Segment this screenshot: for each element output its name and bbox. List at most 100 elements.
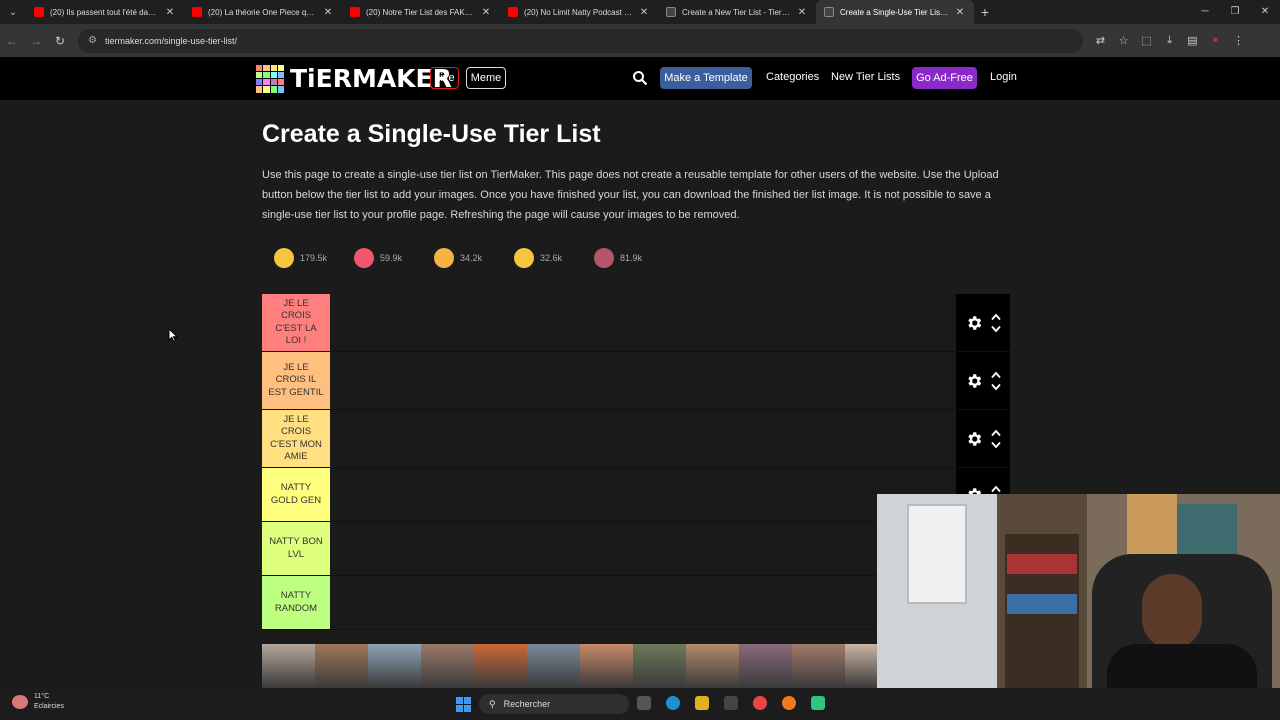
browser-tab[interactable]: (20) No Limit Natty Podcast - Y ✕ xyxy=(500,0,658,24)
tray-image-thumbnail[interactable] xyxy=(580,644,633,688)
tier-label[interactable]: NATTY GOLD GEN xyxy=(262,468,330,521)
reaction-button[interactable]: 32.6k xyxy=(514,248,594,268)
move-down-chevron-icon[interactable] xyxy=(991,325,1001,333)
tab-close-icon[interactable]: ✕ xyxy=(954,7,966,18)
back-icon[interactable]: ← xyxy=(0,34,24,48)
forward-icon[interactable]: → xyxy=(24,34,48,48)
tab-close-icon[interactable]: ✕ xyxy=(480,7,492,18)
move-down-chevron-icon[interactable] xyxy=(991,441,1001,449)
translate-icon[interactable]: ⇄ xyxy=(1089,34,1112,47)
tray-image-thumbnail[interactable] xyxy=(633,644,686,688)
new-tier-lists-link[interactable]: New Tier Lists xyxy=(831,71,900,83)
tier-drop-zone[interactable] xyxy=(330,468,956,521)
tiermaker-favicon-icon xyxy=(666,7,676,17)
firefox-icon[interactable] xyxy=(782,696,796,710)
reload-icon[interactable]: ↻ xyxy=(48,34,72,48)
reaction-button[interactable]: 34.2k xyxy=(434,248,514,268)
reaction-button[interactable]: 59.9k xyxy=(354,248,434,268)
move-up-chevron-icon[interactable] xyxy=(991,371,1001,379)
reaction-count: 32.6k xyxy=(540,253,563,263)
tier-drop-zone[interactable] xyxy=(330,576,956,629)
tiermaker-logo[interactable]: TiERMAKER xyxy=(256,64,452,93)
tray-image-thumbnail[interactable] xyxy=(474,644,527,688)
tier-label[interactable]: NATTY BON LVL xyxy=(262,522,330,575)
tier-label[interactable]: JE LE CROIS C'EST MON AMIE xyxy=(262,410,330,467)
move-down-chevron-icon[interactable] xyxy=(991,383,1001,391)
taskbar-search[interactable]: ⚲ Rechercher xyxy=(479,694,629,714)
task-view-icon[interactable] xyxy=(637,696,651,710)
weather-condition: Eclaircies xyxy=(34,703,64,710)
search-icon[interactable] xyxy=(632,70,648,86)
url-field[interactable]: ⚙ tiermaker.com/single-use-tier-list/ xyxy=(78,28,1083,53)
windows-start-icon[interactable] xyxy=(456,697,471,712)
tab-close-icon[interactable]: ✕ xyxy=(322,7,334,18)
tier-label[interactable]: JE LE CROIS IL EST GENTIL xyxy=(262,352,330,409)
site-info-icon[interactable]: ⚙ xyxy=(88,35,97,46)
tray-image-thumbnail[interactable] xyxy=(421,644,474,688)
taskbar-search-icon: ⚲ xyxy=(489,698,496,709)
tab-close-icon[interactable]: ✕ xyxy=(638,7,650,18)
browser-tab[interactable]: Create a New Tier List - TierMa ✕ xyxy=(658,0,816,24)
tray-image-thumbnail[interactable] xyxy=(686,644,739,688)
side-panel-icon[interactable]: ▤ xyxy=(1181,34,1204,47)
new-tab-button[interactable]: + xyxy=(974,4,996,20)
tier-row: JE LE CROIS C'EST LA LOI ! xyxy=(262,294,1010,352)
live-button[interactable]: Live xyxy=(430,67,459,89)
categories-link[interactable]: Categories xyxy=(766,71,819,83)
settings-gear-icon[interactable] xyxy=(965,314,983,332)
go-ad-free-button[interactable]: Go Ad-Free xyxy=(912,67,977,89)
edge-icon[interactable] xyxy=(666,696,680,710)
reaction-button[interactable]: 81.9k xyxy=(594,248,674,268)
extensions-icon[interactable]: ⬚ xyxy=(1135,34,1158,47)
close-window-icon[interactable]: ✕ xyxy=(1250,0,1280,24)
webcam-overlay xyxy=(877,494,1280,720)
settings-gear-icon[interactable] xyxy=(965,372,983,390)
settings-gear-icon[interactable] xyxy=(965,430,983,448)
tab-close-icon[interactable]: ✕ xyxy=(796,7,808,18)
move-up-chevron-icon[interactable] xyxy=(991,313,1001,321)
tray-image-thumbnail[interactable] xyxy=(368,644,421,688)
tab-title: Create a New Tier List - TierMa xyxy=(682,7,792,17)
browser-menu-icon[interactable]: ⋮ xyxy=(1227,34,1250,47)
tier-drop-zone[interactable] xyxy=(330,294,956,351)
streaming-app-icon[interactable] xyxy=(811,696,825,710)
tray-image-thumbnail[interactable] xyxy=(262,644,315,688)
bookmark-star-icon[interactable]: ☆ xyxy=(1112,34,1135,47)
reaction-button[interactable]: 179.5k xyxy=(274,248,354,268)
tier-drop-zone[interactable] xyxy=(330,352,956,409)
tier-drop-zone[interactable] xyxy=(330,522,956,575)
download-icon[interactable]: ⤓ xyxy=(1158,34,1181,47)
browser-tab[interactable]: Create a Single-Use Tier List (Fr ✕ xyxy=(816,0,974,24)
move-up-chevron-icon[interactable] xyxy=(991,429,1001,437)
tray-image-thumbnail[interactable] xyxy=(739,644,792,688)
reactions-bar: 179.5k 59.9k 34.2k 32.6k 81.9k xyxy=(274,248,674,268)
tray-image-thumbnail[interactable] xyxy=(845,644,877,688)
file-explorer-icon[interactable] xyxy=(695,696,709,710)
tab-title: (20) Ils passent tout l'été dans l xyxy=(50,7,160,17)
weather-widget[interactable]: 11°C Eclaircies xyxy=(12,692,64,712)
browser-tab[interactable]: (20) Ils passent tout l'été dans l ✕ xyxy=(26,0,184,24)
store-icon[interactable] xyxy=(724,696,738,710)
maximize-icon[interactable]: ❐ xyxy=(1220,0,1250,24)
tab-close-icon[interactable]: ✕ xyxy=(164,7,176,18)
chrome-icon[interactable] xyxy=(753,696,767,710)
tier-drop-zone[interactable] xyxy=(330,410,956,467)
tray-image-thumbnail[interactable] xyxy=(315,644,368,688)
profile-avatar[interactable]: ● xyxy=(1204,34,1227,47)
laugh-icon xyxy=(434,248,454,268)
browser-tab[interactable]: (20) Notre Tier List des FAKE Na ✕ xyxy=(342,0,500,24)
move-up-chevron-icon[interactable] xyxy=(991,485,1001,493)
make-template-button[interactable]: Make a Template xyxy=(660,67,752,89)
login-link[interactable]: Login xyxy=(990,71,1017,83)
minimize-icon[interactable]: ─ xyxy=(1190,0,1220,24)
tier-label[interactable]: JE LE CROIS C'EST LA LOI ! xyxy=(262,294,330,351)
tray-image-thumbnail[interactable] xyxy=(527,644,580,688)
tier-label[interactable]: NATTY RANDOM xyxy=(262,576,330,629)
poop-icon xyxy=(594,248,614,268)
tab-title: (20) La théorie One Piece qui a xyxy=(208,7,318,17)
meme-button[interactable]: Meme xyxy=(466,67,506,89)
tab-search-chevron-icon[interactable]: ⌄ xyxy=(0,0,26,24)
tray-image-thumbnail[interactable] xyxy=(792,644,845,688)
tab-title: (20) Notre Tier List des FAKE Na xyxy=(366,7,476,17)
browser-tab[interactable]: (20) La théorie One Piece qui a ✕ xyxy=(184,0,342,24)
